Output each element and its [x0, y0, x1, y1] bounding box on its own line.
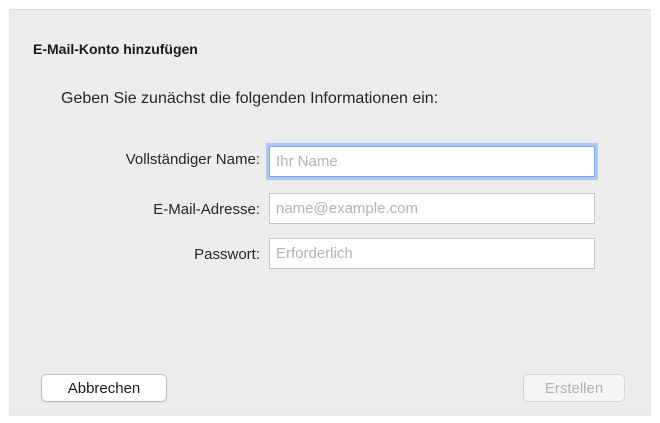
- create-button[interactable]: Erstellen: [523, 374, 625, 402]
- dialog-instructions: Geben Sie zunächst die folgenden Informa…: [61, 90, 439, 107]
- full-name-field[interactable]: [269, 146, 595, 177]
- password-field[interactable]: [269, 238, 595, 269]
- full-name-label: Vollständiger Name:: [125, 151, 260, 168]
- email-label: E-Mail-Adresse:: [153, 201, 260, 218]
- dialog-title: E-Mail-Konto hinzufügen: [33, 41, 198, 57]
- cancel-button[interactable]: Abbrechen: [41, 374, 167, 402]
- email-field[interactable]: [269, 193, 595, 224]
- password-label: Passwort:: [194, 246, 260, 263]
